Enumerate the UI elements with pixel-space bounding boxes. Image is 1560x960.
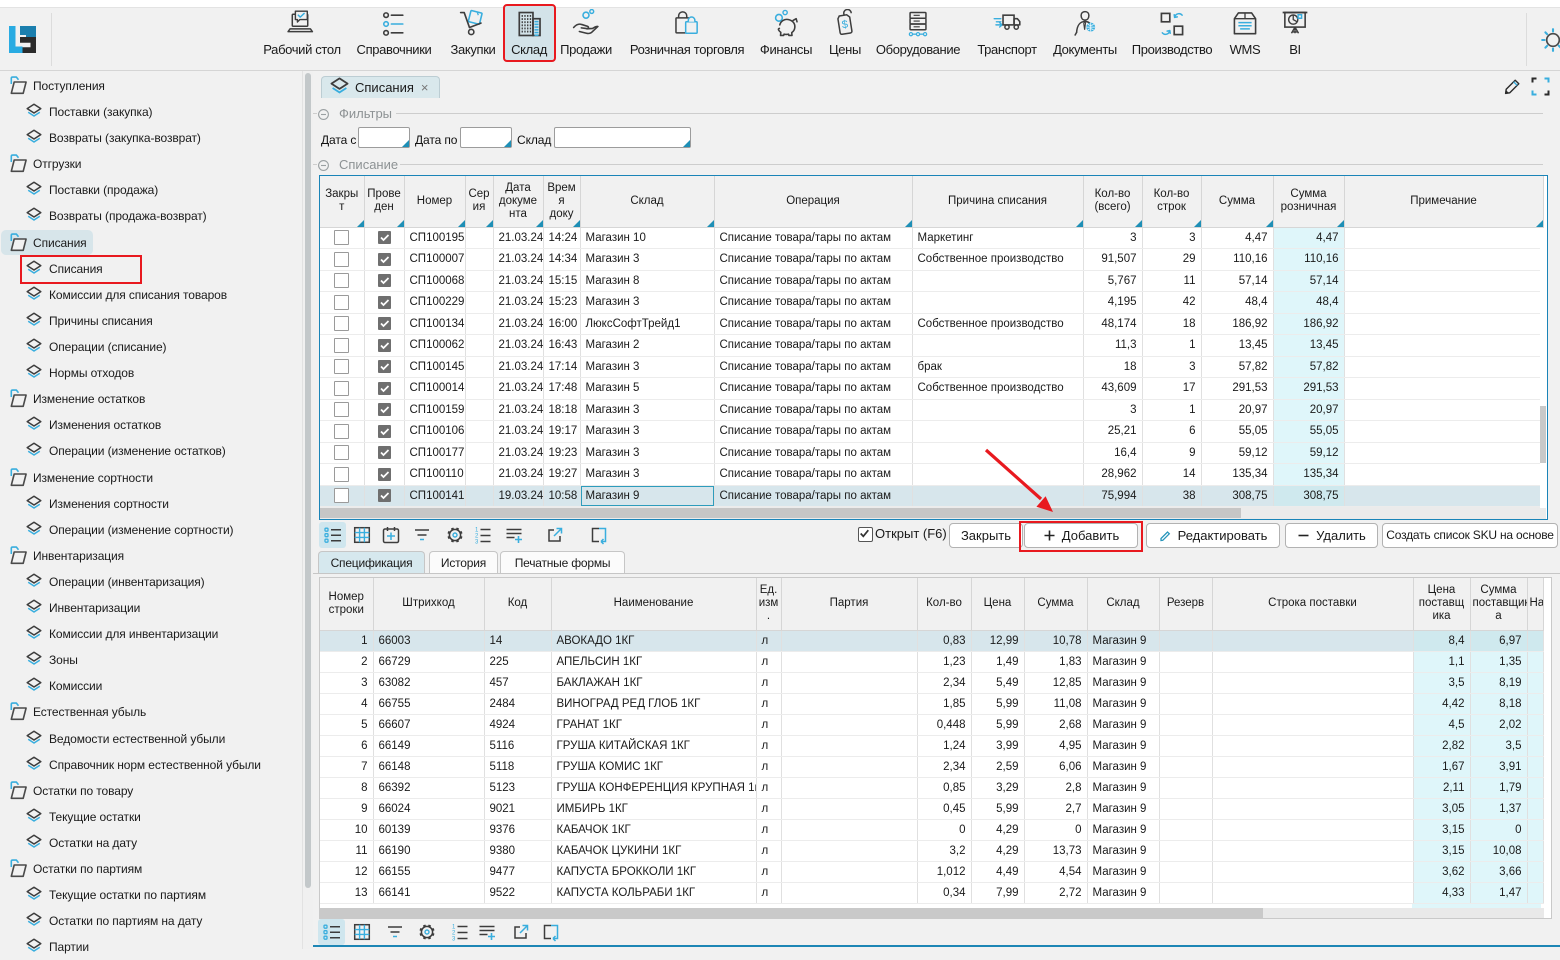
svg-text:3: 3	[452, 936, 456, 942]
svg-text:3: 3	[475, 539, 479, 545]
